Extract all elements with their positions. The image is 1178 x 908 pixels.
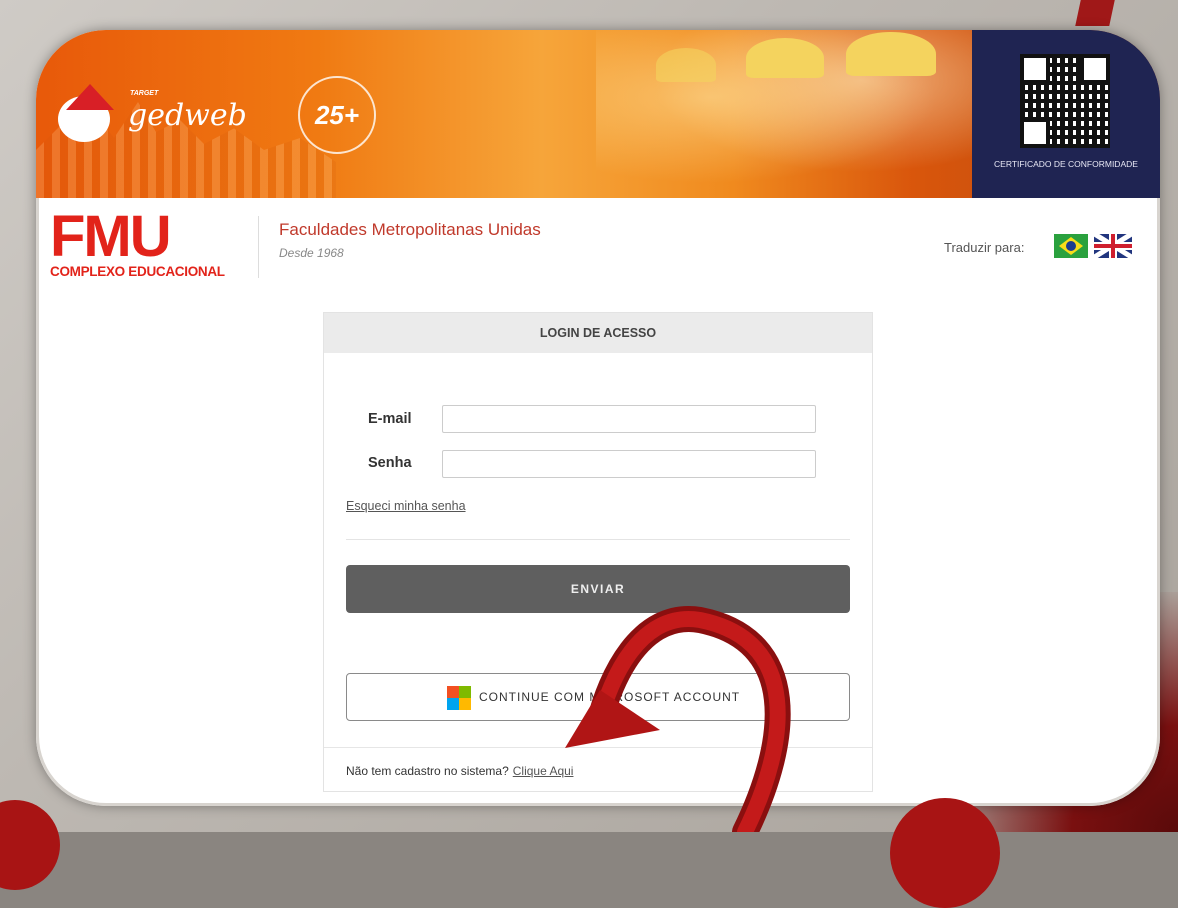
uk-flag-icon[interactable] [1094, 234, 1132, 258]
gedweb-wordmark: gedweb [128, 98, 247, 133]
email-label: E-mail [368, 411, 412, 427]
browser-screen: TARGET gedweb 25+ CERTIFICADO DE CONFORM… [36, 30, 1160, 806]
certificate-panel[interactable]: CERTIFICADO DE CONFORMIDADE [972, 30, 1160, 198]
anniversary-badge: 25+ [298, 76, 376, 154]
password-field[interactable] [442, 450, 816, 478]
header-banner: TARGET gedweb 25+ CERTIFICADO DE CONFORM… [36, 30, 1160, 198]
password-label: Senha [368, 455, 412, 471]
org-name: Faculdades Metropolitanas Unidas [279, 220, 541, 239]
santa-hat-icon [66, 84, 114, 110]
annotation-marker-top [1075, 0, 1115, 26]
card-divider [346, 539, 850, 540]
gedweb-logo[interactable]: TARGET gedweb [58, 84, 258, 144]
microsoft-login-label: CONTINUE COM MICROSOFT ACCOUNT [479, 690, 741, 704]
workers-photo [596, 30, 976, 198]
certificate-label: CERTIFICADO DE CONFORMIDADE [994, 159, 1138, 169]
register-row: Não tem cadastro no sistema? Clique Aqui [324, 747, 872, 791]
brazil-flag-icon[interactable] [1054, 234, 1088, 258]
annotation-circle-right [890, 798, 1000, 908]
no-account-text: Não tem cadastro no sistema? [346, 764, 509, 778]
gedweb-small-label: TARGET [130, 90, 159, 97]
login-title: LOGIN DE ACESSO [324, 313, 872, 353]
fmu-logo[interactable]: FMU COMPLEXO EDUCACIONAL [50, 208, 240, 288]
header-divider [258, 216, 259, 278]
email-field[interactable] [442, 405, 816, 433]
forgot-password-link[interactable]: Esqueci minha senha [346, 499, 466, 513]
qr-code-icon [1020, 54, 1110, 148]
fmu-logo-letters: FMU [50, 204, 172, 269]
microsoft-login-button[interactable]: CONTINUE COM MICROSOFT ACCOUNT [346, 673, 850, 721]
submit-button[interactable]: ENVIAR [346, 565, 850, 613]
translate-label: Traduzir para: [944, 240, 1025, 255]
login-card: LOGIN DE ACESSO E-mail Senha Esqueci min… [323, 312, 873, 792]
microsoft-logo-icon [447, 686, 471, 710]
fmu-logo-subtitle: COMPLEXO EDUCACIONAL [50, 264, 225, 279]
org-since: Desde 1968 [279, 246, 344, 260]
register-link[interactable]: Clique Aqui [513, 764, 574, 778]
